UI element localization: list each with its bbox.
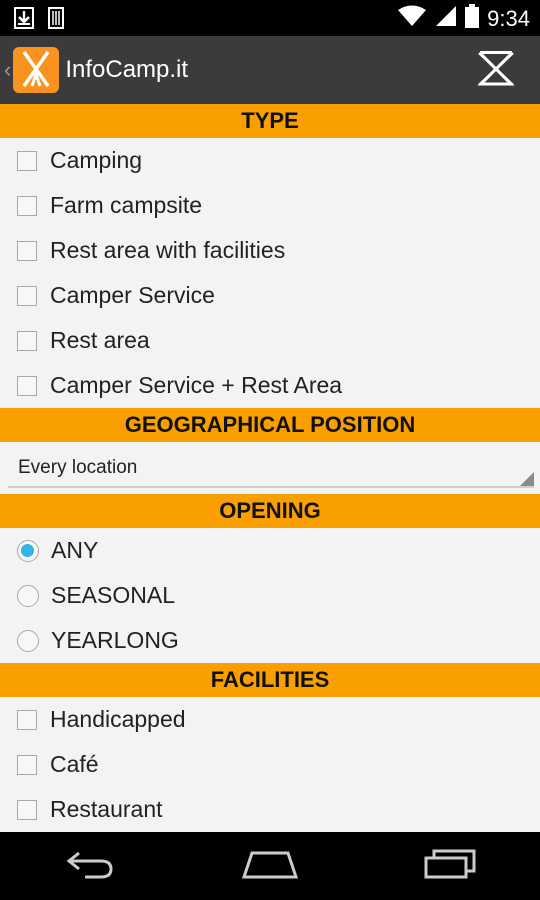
radio-row-seasonal[interactable]: SEASONAL bbox=[0, 573, 540, 618]
radio-button[interactable] bbox=[17, 629, 39, 652]
battery-icon bbox=[465, 4, 480, 33]
checkbox-label: Rest area bbox=[50, 327, 150, 353]
radio-row-yearlong[interactable]: YEARLONG bbox=[0, 618, 540, 663]
checkbox-row-handicapped[interactable]: Handicapped bbox=[0, 697, 540, 742]
checkbox-row-farm-campsite[interactable]: Farm campsite bbox=[0, 183, 540, 228]
back-button[interactable] bbox=[50, 836, 130, 896]
checkbox-label: Camper Service + Rest Area bbox=[50, 372, 343, 398]
checkbox-label: Handicapped bbox=[50, 706, 186, 732]
radio-button-selected[interactable] bbox=[17, 539, 39, 562]
wifi-icon bbox=[397, 5, 427, 32]
app-title: InfoCamp.it bbox=[65, 56, 189, 83]
radio-label: SEASONAL bbox=[51, 582, 175, 608]
checkbox-row-camper-service-rest-area[interactable]: Camper Service + Rest Area bbox=[0, 363, 540, 408]
section-header-opening: OPENING bbox=[0, 494, 540, 528]
checkbox-label: Café bbox=[50, 751, 99, 777]
checkbox-label: Restaurant bbox=[50, 796, 163, 822]
filter-off-icon bbox=[476, 49, 516, 92]
checkbox-label: Camper Service bbox=[50, 282, 215, 308]
checkbox[interactable] bbox=[17, 195, 37, 216]
dropdown-underline bbox=[8, 486, 534, 488]
checkbox-row-rest-area[interactable]: Rest area bbox=[0, 318, 540, 363]
status-time: 9:34 bbox=[487, 5, 530, 31]
checkbox-label: Camping bbox=[50, 147, 143, 173]
checkbox[interactable] bbox=[17, 150, 37, 171]
home-icon bbox=[241, 849, 299, 884]
download-icon bbox=[14, 7, 34, 34]
campsite-tent-logo bbox=[13, 47, 60, 93]
action-bar: ‹ InfoCamp.it bbox=[0, 36, 540, 104]
section-header-geographical-position: GEOGRAPHICAL POSITION bbox=[0, 408, 540, 442]
app-home-up-button[interactable]: ‹ InfoCamp.it bbox=[0, 36, 220, 104]
checkbox[interactable] bbox=[17, 240, 37, 261]
filter-off-button[interactable] bbox=[472, 46, 520, 94]
status-bar: 9:34 bbox=[0, 0, 540, 36]
sim-card-icon bbox=[48, 7, 64, 34]
radio-label: ANY bbox=[51, 537, 99, 563]
checkbox[interactable] bbox=[17, 285, 37, 306]
dropdown-arrow-icon bbox=[520, 472, 534, 486]
checkbox-row-restaurant[interactable]: Restaurant bbox=[0, 787, 540, 832]
checkbox[interactable] bbox=[17, 799, 37, 820]
section-header-type: TYPE bbox=[0, 104, 540, 138]
checkbox[interactable] bbox=[17, 754, 37, 775]
signal-icon bbox=[435, 5, 457, 32]
checkbox[interactable] bbox=[17, 709, 37, 730]
checkbox-row-cafe[interactable]: Café bbox=[0, 742, 540, 787]
checkbox-row-camping[interactable]: Camping bbox=[0, 138, 540, 183]
checkbox[interactable] bbox=[17, 330, 37, 351]
checkbox-label: Farm campsite bbox=[50, 192, 203, 218]
radio-label: YEARLONG bbox=[51, 627, 179, 653]
recent-apps-icon bbox=[424, 849, 476, 884]
radio-button[interactable] bbox=[17, 584, 39, 607]
section-header-facilities: FACILITIES bbox=[0, 663, 540, 697]
filter-list[interactable]: TYPE Camping Farm campsite Rest area wit… bbox=[0, 104, 540, 832]
back-icon bbox=[65, 849, 115, 884]
home-button[interactable] bbox=[230, 836, 310, 896]
navigation-bar bbox=[0, 832, 540, 900]
checkbox-row-rest-area-with-facilities[interactable]: Rest area with facilities bbox=[0, 228, 540, 273]
recent-apps-button[interactable] bbox=[410, 836, 490, 896]
checkbox[interactable] bbox=[17, 375, 37, 396]
checkbox-label: Rest area with facilities bbox=[50, 237, 286, 263]
location-dropdown-value: Every location bbox=[18, 457, 138, 478]
location-dropdown[interactable]: Every location bbox=[0, 442, 540, 494]
radio-row-any[interactable]: ANY bbox=[0, 528, 540, 573]
checkbox-row-camper-service[interactable]: Camper Service bbox=[0, 273, 540, 318]
up-caret-icon: ‹ bbox=[4, 57, 12, 82]
